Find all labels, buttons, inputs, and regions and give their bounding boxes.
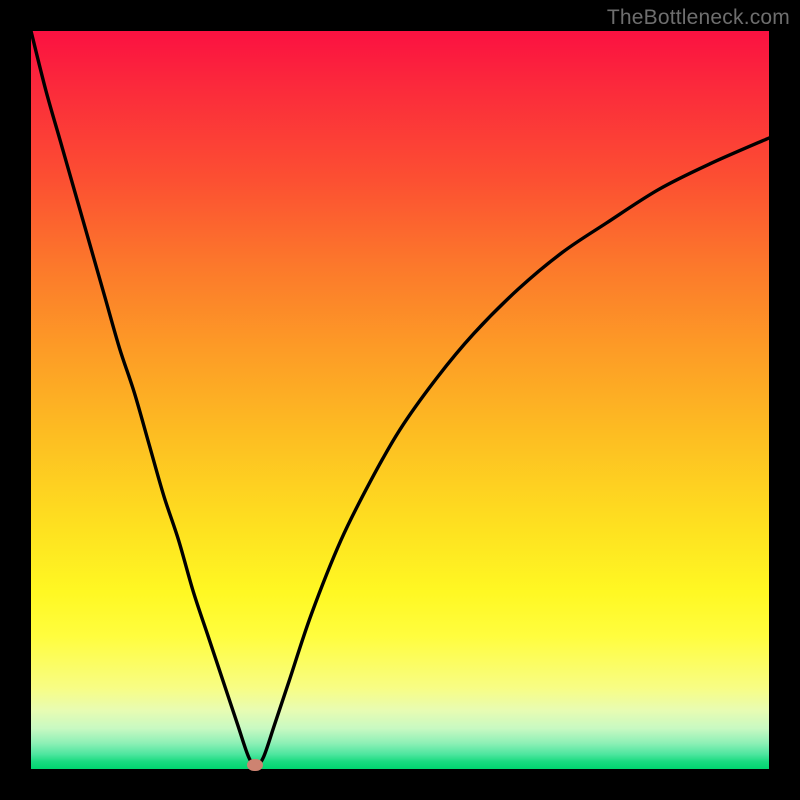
optimum-marker (247, 759, 263, 771)
bottleneck-curve (31, 31, 769, 769)
plot-area (31, 31, 769, 769)
watermark-text: TheBottleneck.com (607, 6, 790, 30)
chart-frame: TheBottleneck.com (0, 0, 800, 800)
